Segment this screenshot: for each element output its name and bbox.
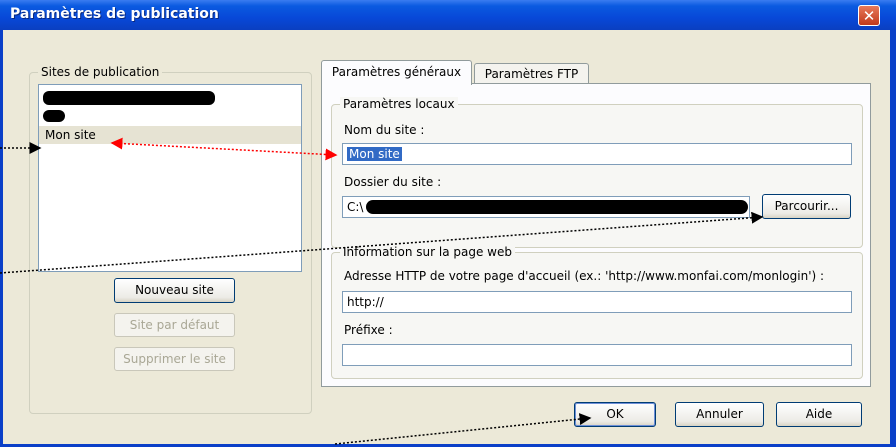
sites-group-legend: Sites de publication — [38, 65, 163, 79]
list-item-label: Mon site — [45, 128, 96, 142]
title-bar[interactable]: Paramètres de publication ✕ — [0, 0, 896, 30]
site-name-value: Mon site — [347, 147, 402, 161]
site-name-input[interactable]: Mon site — [342, 143, 852, 165]
http-address-label: Adresse HTTP de votre page d'accueil (ex… — [344, 269, 825, 283]
tab-ftp[interactable]: Paramètres FTP — [474, 63, 589, 84]
prefix-label: Préfixe : — [344, 323, 393, 337]
close-icon[interactable]: ✕ — [858, 5, 880, 26]
web-info-legend: Information sur la page web — [340, 245, 515, 259]
cancel-button[interactable]: Annuler — [675, 402, 764, 427]
new-site-button[interactable]: Nouveau site — [114, 278, 235, 303]
delete-site-button[interactable]: Supprimer le site — [114, 347, 235, 371]
site-folder-value: C:\ — [347, 200, 364, 214]
sites-list[interactable]: Mon site — [38, 84, 302, 272]
redacted-site-name[interactable] — [43, 91, 215, 105]
dialog-client: Sites de publication Mon site Nouveau si… — [3, 30, 890, 444]
window-title: Paramètres de publication — [10, 6, 219, 22]
site-name-label: Nom du site : — [344, 123, 425, 137]
default-site-button[interactable]: Site par défaut — [114, 313, 235, 337]
redacted-folder-path — [366, 200, 748, 214]
tab-general[interactable]: Paramètres généraux — [321, 60, 472, 85]
tab-panel-general: Paramètres locaux Nom du site : Mon site… — [321, 83, 871, 387]
ok-button[interactable]: OK — [574, 402, 656, 427]
redacted-site-name[interactable] — [43, 110, 65, 122]
browse-button[interactable]: Parcourir... — [762, 194, 851, 219]
site-folder-label: Dossier du site : — [344, 175, 442, 189]
prefix-input[interactable] — [342, 344, 852, 366]
http-address-value: http:// — [347, 295, 384, 309]
local-settings-legend: Paramètres locaux — [340, 97, 458, 111]
http-address-input[interactable]: http:// — [342, 291, 852, 313]
dialog-window: Paramètres de publication ✕ Sites de pub… — [0, 0, 896, 447]
help-button[interactable]: Aide — [776, 402, 862, 427]
